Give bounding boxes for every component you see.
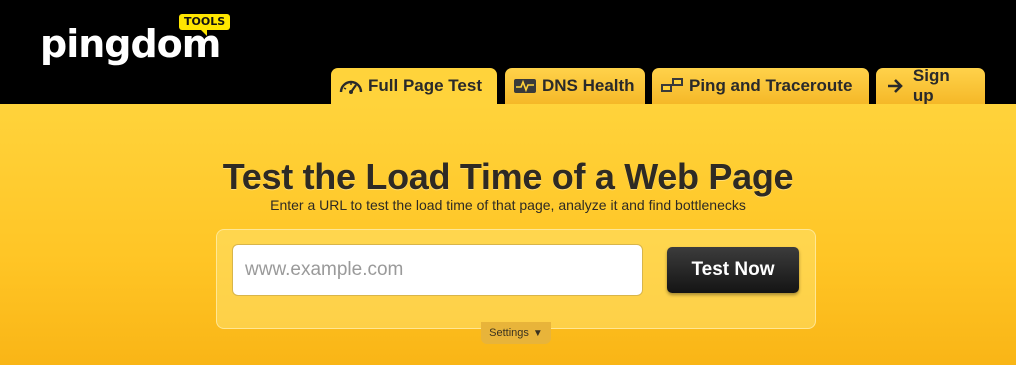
settings-toggle[interactable]: Settings ▼ (481, 322, 551, 344)
page-title: Test the Load Time of a Web Page (222, 156, 794, 197)
pingdom-logo[interactable]: pingdom (40, 24, 221, 64)
chevron-down-icon: ▼ (532, 327, 543, 339)
heartbeat-monitor-icon (513, 77, 537, 95)
tab-ping-traceroute[interactable]: Ping and Traceroute (652, 68, 869, 104)
tab-label: Ping and Traceroute (689, 76, 853, 95)
arrow-right-icon (884, 77, 908, 95)
test-now-button[interactable]: Test Now (667, 247, 799, 293)
tab-dns-health[interactable]: DNS Health (505, 68, 645, 104)
main-tabs: Full Page Test DNS Health Ping and Trace… (0, 66, 1016, 105)
tab-label: Sign up (912, 66, 950, 105)
site-header: pingdom TOOLS Full Page Test DNS Health … (0, 0, 1016, 105)
speedometer-icon (339, 77, 363, 95)
tools-badge: TOOLS (179, 14, 231, 36)
tab-label: DNS Health (542, 76, 635, 95)
main-content: Test the Load Time of a Web Page Enter a… (0, 104, 1016, 365)
url-input[interactable] (232, 244, 643, 296)
tab-label: Full Page Test (368, 76, 482, 95)
settings-label: Settings (489, 327, 529, 339)
network-computers-icon (660, 77, 684, 95)
tab-sign-up[interactable]: Sign up (876, 66, 985, 105)
test-form-panel: Test Now (216, 229, 816, 329)
tab-full-page-test[interactable]: Full Page Test (331, 68, 497, 104)
page-subtitle: Enter a URL to test the load time of tha… (270, 197, 746, 213)
